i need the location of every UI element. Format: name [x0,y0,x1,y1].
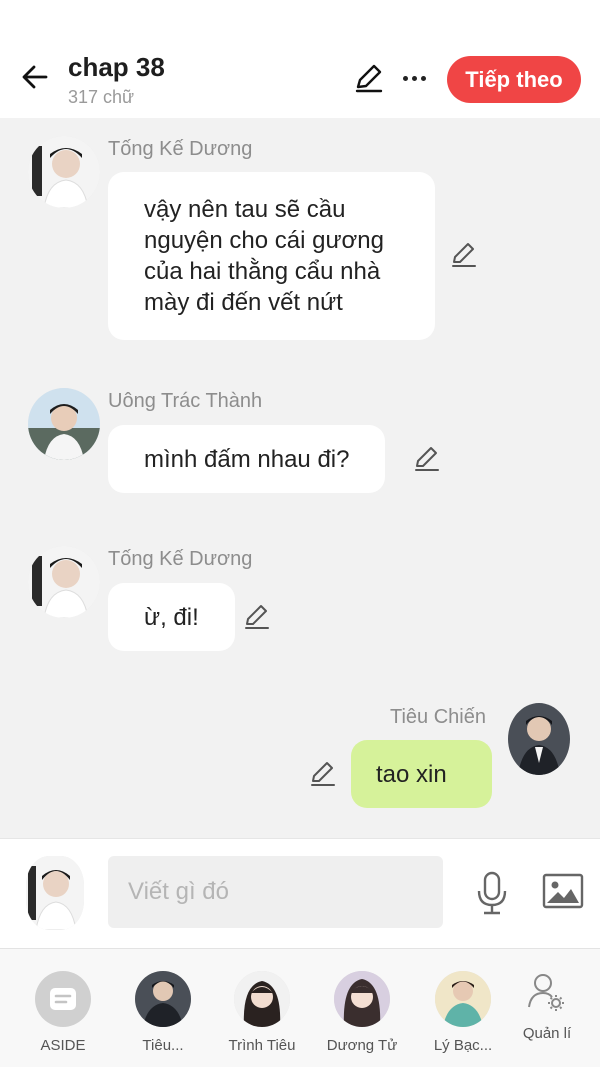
image-icon [542,873,584,909]
back-button[interactable] [18,60,52,94]
character-label: Trình Tiêu [228,1037,296,1054]
pencil-icon [311,762,335,786]
avatar[interactable] [28,136,100,208]
sender-name: Tiêu Chiến [390,706,486,728]
character-bar: ASIDE Tiêu... Trình Tiêu Dương Tử Lý Bạc… [0,948,600,1067]
pencil-icon [245,605,269,629]
character-label: ASIDE [40,1037,86,1054]
message-bubble[interactable]: ừ, đi! [108,583,235,651]
avatar-image [28,546,100,618]
pencil-icon [452,243,476,267]
character-item[interactable]: Tiêu... [113,971,213,1054]
message-bubble-me[interactable]: tao xin [351,740,492,808]
message-line: vậy nên tau sẽ cầu [144,196,346,223]
avatar[interactable] [28,388,100,460]
more-dots-icon [402,75,408,81]
manage-label: Quản lí [522,1025,572,1042]
message-input[interactable] [108,856,443,928]
avatar[interactable] [28,546,100,618]
avatar-image [28,388,100,460]
message-text: mình đấm nhau đi? [144,446,350,473]
next-button[interactable]: Tiếp theo [447,56,581,103]
sender-name: Tống Kế Dương [108,548,253,570]
sender-name: Tống Kế Dương [108,138,253,160]
message-line: mày đi đến vết nứt [144,289,343,316]
manage-users-icon [519,971,575,1015]
message-text: ừ, đi! [144,604,199,631]
edit-chapter-button[interactable] [353,62,387,96]
character-item[interactable]: Dương Tử [312,971,412,1054]
chat-area: Tống Kế Dương vậy nên tau sẽ cầu nguyện … [0,118,600,838]
character-avatar [334,971,390,1027]
edit-message-button[interactable] [449,240,479,270]
edit-message-button[interactable] [242,602,272,632]
top-bar: chap 38 317 chữ Tiếp theo [0,0,600,118]
message-bubble[interactable]: vậy nên tau sẽ cầu nguyện cho cái gương … [108,172,435,340]
more-options-button[interactable] [398,62,430,94]
edit-message-button[interactable] [308,759,338,789]
avatar[interactable] [508,703,570,775]
character-label: Dương Tử [326,1037,398,1054]
message-bubble[interactable]: mình đấm nhau đi? [108,425,386,493]
message-text: tao xin [376,761,447,788]
message-line: của hai thằng cẩu nhà [144,258,381,285]
character-label: Tiêu... [142,1037,184,1054]
character-avatar [435,971,491,1027]
sender-name: Uông Trác Thành [108,390,263,412]
character-avatar [135,971,191,1027]
pencil-icon [415,447,439,471]
character-item[interactable]: Trình Tiêu [212,971,312,1054]
current-character-avatar[interactable] [26,856,84,930]
avatar-image [26,856,84,930]
aside-item[interactable]: ASIDE [13,971,113,1054]
microphone-button[interactable] [474,871,510,915]
avatar-image [508,703,570,775]
chapter-title: chap 38 [68,52,165,82]
word-count: 317 chữ [68,87,135,107]
character-avatar [234,971,290,1027]
message-line: nguyện cho cái gương [144,227,384,254]
aside-icon [35,971,91,1027]
microphone-icon [477,871,507,915]
edit-message-button[interactable] [412,444,442,474]
message-composer [0,838,600,948]
image-button[interactable] [542,873,584,909]
avatar-image [28,136,100,208]
arrow-left-icon [22,65,48,89]
manage-item[interactable]: Quản lí [497,971,597,1042]
pencil-icon [355,64,383,93]
